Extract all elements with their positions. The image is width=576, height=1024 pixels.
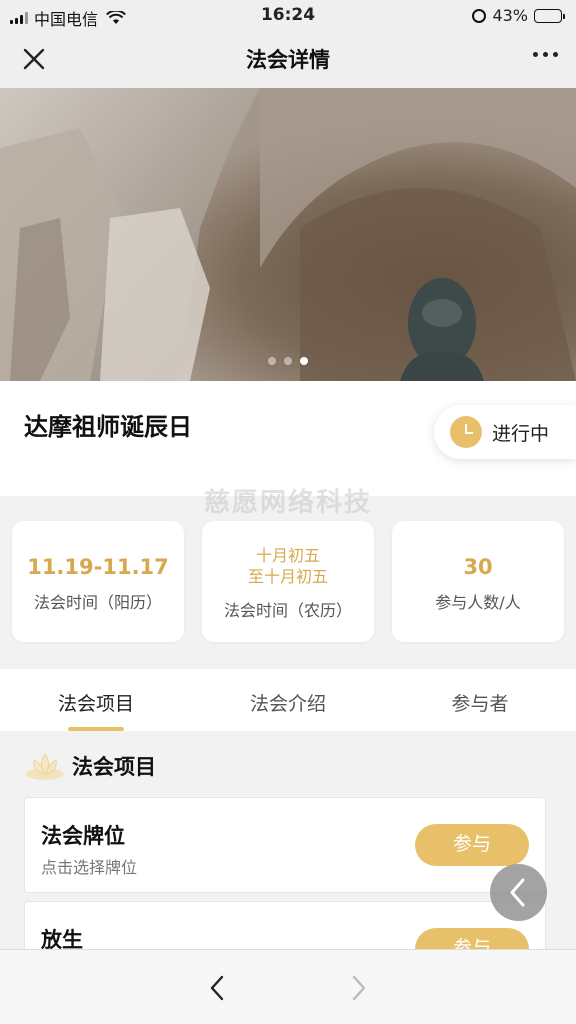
forward-arrow-icon[interactable] bbox=[340, 970, 376, 1006]
list-item[interactable]: 法会牌位 点击选择牌位 参与 bbox=[24, 797, 546, 893]
stat-card-participants: 30 参与人数/人 bbox=[392, 521, 564, 642]
status-badge: 进行中 bbox=[434, 405, 576, 459]
page-title: 法会详情 bbox=[246, 48, 330, 72]
stat-value-line1: 十月初五 bbox=[255, 546, 320, 565]
nav-bar: 法会详情 bbox=[0, 30, 576, 88]
floating-back-button[interactable] bbox=[490, 864, 547, 921]
carousel-dots bbox=[0, 357, 576, 365]
carousel-dot[interactable] bbox=[284, 357, 292, 365]
status-bar: 中国电信 16:24 43% bbox=[0, 0, 576, 30]
status-right: 43% bbox=[472, 6, 565, 25]
stat-value: 11.19-11.17 bbox=[27, 555, 169, 579]
section-title: 法会项目 bbox=[72, 755, 156, 779]
tab-participants[interactable]: 参与者 bbox=[384, 669, 576, 731]
tab-bar: 法会项目 法会介绍 参与者 bbox=[0, 669, 576, 731]
tab-projects[interactable]: 法会项目 bbox=[0, 669, 192, 731]
hero-carousel[interactable] bbox=[0, 88, 576, 381]
stats-row: 11.19-11.17 法会时间（阳历） 十月初五 至十月初五 法会时间（农历）… bbox=[12, 521, 564, 642]
event-header: 达摩祖师诞辰日 进行中 bbox=[0, 381, 576, 496]
section-header: 法会项目 bbox=[24, 750, 156, 782]
watermark: 慈愿网络科技 bbox=[203, 488, 372, 518]
stat-label: 参与人数/人 bbox=[435, 593, 521, 612]
stat-card-lunar: 十月初五 至十月初五 法会时间（农历） bbox=[202, 521, 374, 642]
back-arrow-icon[interactable] bbox=[200, 970, 236, 1006]
battery-percent: 43% bbox=[492, 6, 528, 25]
carousel-dot[interactable] bbox=[300, 357, 308, 365]
stat-card-solar: 11.19-11.17 法会时间（阳历） bbox=[12, 521, 184, 642]
browser-toolbar bbox=[0, 949, 576, 1024]
battery-icon bbox=[534, 8, 565, 23]
stat-label: 法会时间（阳历） bbox=[33, 593, 162, 612]
chevron-left-icon bbox=[510, 878, 525, 907]
item-name: 法会牌位 bbox=[41, 824, 125, 848]
alarm-icon bbox=[472, 8, 487, 23]
stat-value: 十月初五 至十月初五 bbox=[202, 545, 374, 587]
more-icon[interactable] bbox=[533, 52, 558, 57]
item-subtitle: 点击选择牌位 bbox=[41, 858, 138, 877]
stat-label: 法会时间（农历） bbox=[223, 601, 352, 620]
stat-value: 30 bbox=[463, 555, 493, 579]
carousel-dot[interactable] bbox=[268, 357, 276, 365]
clock-icon bbox=[450, 416, 482, 448]
status-label: 进行中 bbox=[492, 422, 550, 445]
lotus-icon bbox=[26, 753, 64, 780]
hero-image bbox=[0, 88, 576, 381]
tab-introduction[interactable]: 法会介绍 bbox=[192, 669, 384, 731]
stat-value-line2: 至十月初五 bbox=[247, 567, 328, 586]
join-button[interactable]: 参与 bbox=[415, 824, 529, 866]
event-title: 达摩祖师诞辰日 bbox=[24, 413, 192, 441]
